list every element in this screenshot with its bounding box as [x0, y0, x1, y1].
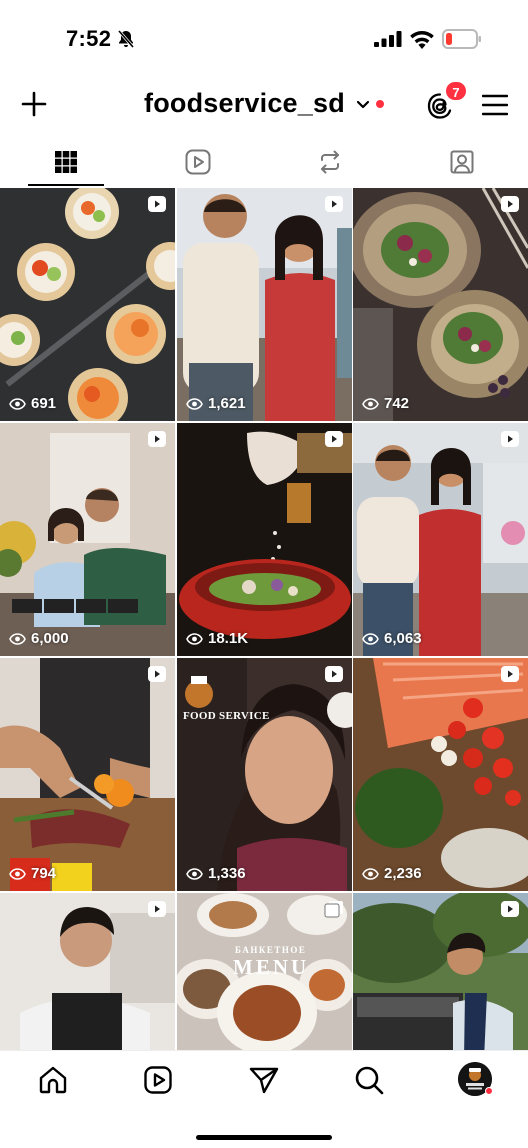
eye-icon	[362, 397, 379, 410]
reel-badge-icon	[148, 901, 166, 917]
view-count: 1,336	[186, 865, 246, 882]
grid-icon	[55, 151, 77, 173]
post-thumbnail	[0, 658, 175, 891]
post-thumbnail	[0, 423, 175, 656]
eye-icon	[9, 632, 26, 645]
post-thumbnail	[177, 658, 352, 891]
post-tile[interactable]: FOOD SERVICE 1,336	[177, 658, 352, 891]
view-count: 691	[9, 395, 56, 412]
status-time: 7:52	[66, 26, 112, 51]
plus-icon[interactable]	[20, 90, 48, 118]
signal-icon	[374, 31, 402, 47]
post-tile[interactable]: 742	[353, 188, 528, 421]
repost-icon	[321, 150, 339, 174]
tab-grid[interactable]	[0, 138, 132, 186]
reel-badge-icon	[148, 196, 166, 212]
profile-header: foodservice_sd 7	[0, 78, 528, 134]
post-overlay-caption-large: MENU	[233, 955, 310, 979]
view-count-label: 1,336	[208, 865, 246, 882]
view-count-label: 691	[31, 395, 57, 412]
chevron-down-icon[interactable]	[356, 98, 370, 112]
post-tile[interactable]	[0, 893, 175, 1050]
tagged-icon	[450, 150, 474, 174]
post-thumbnail	[353, 423, 528, 656]
post-tile[interactable]: 794	[0, 658, 175, 891]
post-tile[interactable]: 6,000	[0, 423, 175, 656]
reel-badge-icon	[501, 901, 519, 917]
post-tile[interactable]: 2,236	[353, 658, 528, 891]
post-thumbnail	[177, 188, 352, 421]
eye-icon	[362, 867, 379, 880]
home-indicator	[196, 1135, 332, 1140]
view-count: 6,063	[362, 630, 422, 647]
view-count-label: 6,063	[384, 630, 422, 647]
reels-icon	[144, 1066, 172, 1094]
view-count-label: 2,236	[384, 865, 422, 882]
reel-badge-icon	[325, 431, 343, 447]
post-overlay-caption: FOOD SERVICE	[183, 710, 270, 722]
post-thumbnail	[353, 188, 528, 421]
view-count: 742	[362, 395, 409, 412]
menu-icon[interactable]	[482, 93, 508, 117]
bell-slash-icon	[117, 30, 135, 48]
search-icon	[355, 1066, 384, 1095]
reel-badge-icon	[325, 666, 343, 682]
carousel-badge-icon	[324, 901, 343, 918]
post-thumbnail	[0, 188, 175, 421]
tab-reels[interactable]	[132, 138, 264, 186]
reel-badge-icon	[501, 431, 519, 447]
profile-notification-dot	[485, 1087, 493, 1095]
post-tile[interactable]: БАНКЕТНОЕ MENU	[177, 893, 352, 1050]
post-overlay-caption-small: БАНКЕТНОЕ	[235, 945, 307, 955]
battery-low-icon	[442, 29, 481, 49]
threads-notification-badge: 7	[444, 80, 468, 102]
tab-tagged[interactable]	[396, 138, 528, 186]
reel-badge-icon	[148, 431, 166, 447]
bottom-nav	[0, 1050, 528, 1148]
reel-badge-icon	[148, 666, 166, 682]
view-count: 18.1K	[186, 630, 248, 647]
view-count-label: 742	[384, 395, 410, 412]
tab-reposts[interactable]	[264, 138, 396, 186]
post-thumbnail	[353, 658, 528, 891]
profile-username[interactable]: foodservice_sd	[144, 88, 345, 119]
post-tile[interactable]	[353, 893, 528, 1050]
nav-reels[interactable]	[142, 1064, 174, 1096]
status-bar: 7:52	[0, 0, 528, 78]
eye-icon	[362, 632, 379, 645]
active-tab-indicator	[28, 184, 104, 186]
post-tile[interactable]: 6,063	[353, 423, 528, 656]
account-notification-dot	[376, 100, 384, 108]
view-count-label: 6,000	[31, 630, 69, 647]
reel-badge-icon	[501, 196, 519, 212]
nav-search[interactable]	[353, 1064, 385, 1096]
eye-icon	[186, 867, 203, 880]
eye-icon	[186, 397, 203, 410]
posts-grid: 691 1,621 742 6,000 18.1K 6,063 794 FOOD…	[0, 188, 528, 1050]
view-count-label: 1,621	[208, 395, 246, 412]
reel-badge-icon	[325, 196, 343, 212]
wifi-icon	[410, 31, 434, 49]
view-count-label: 18.1K	[208, 630, 249, 647]
post-thumbnail	[177, 423, 352, 656]
view-count: 1,621	[186, 395, 246, 412]
view-count: 794	[9, 865, 56, 882]
view-count: 2,236	[362, 865, 422, 882]
reel-badge-icon	[501, 666, 519, 682]
post-tile[interactable]: 1,621	[177, 188, 352, 421]
nav-messages[interactable]	[248, 1064, 280, 1096]
post-tile[interactable]: 18.1K	[177, 423, 352, 656]
eye-icon	[9, 867, 26, 880]
view-count: 6,000	[9, 630, 69, 647]
paper-plane-icon	[249, 1067, 279, 1094]
eye-icon	[9, 397, 26, 410]
nav-home[interactable]	[37, 1064, 69, 1096]
reels-icon	[185, 149, 211, 175]
home-icon	[39, 1066, 67, 1094]
eye-icon	[186, 632, 203, 645]
post-tile[interactable]: 691	[0, 188, 175, 421]
view-count-label: 794	[31, 865, 57, 882]
profile-tabs	[0, 138, 528, 188]
